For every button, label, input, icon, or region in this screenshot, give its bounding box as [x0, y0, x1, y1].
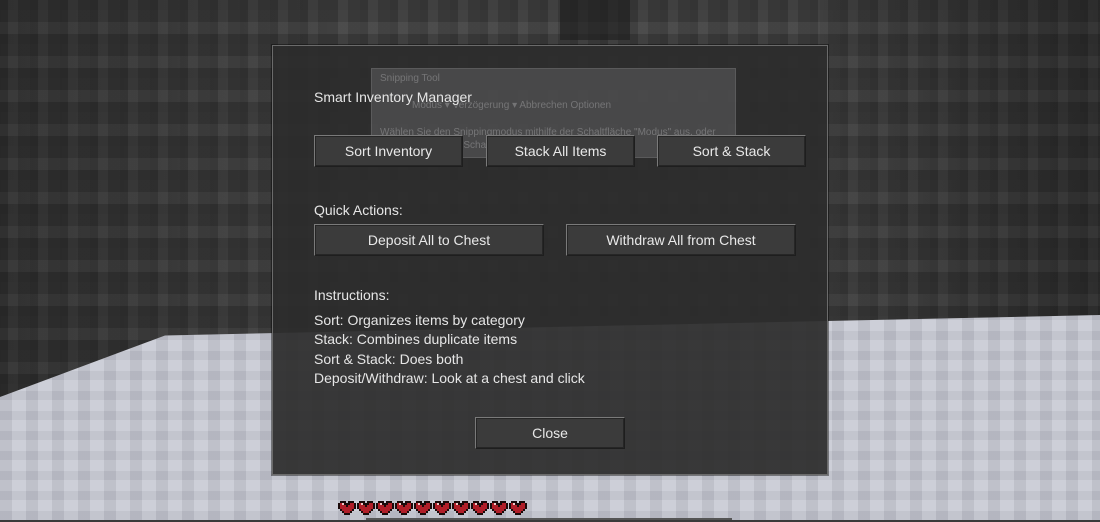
- withdraw-all-button[interactable]: Withdraw All from Chest: [566, 224, 796, 256]
- health-bar: [338, 499, 527, 517]
- heart-icon: [395, 499, 413, 517]
- heart-icon: [376, 499, 394, 517]
- instruction-line: Sort: Organizes items by category: [314, 312, 525, 328]
- ghost-title: Snipping Tool: [380, 73, 440, 84]
- inventory-manager-dialog: Snipping Tool Modus ▾ Verzögerung ▾ Abbr…: [272, 45, 828, 475]
- heart-icon: [338, 499, 356, 517]
- heart-icon: [357, 499, 375, 517]
- heart-icon: [490, 499, 508, 517]
- heart-icon: [452, 499, 470, 517]
- sort-and-stack-button[interactable]: Sort & Stack: [657, 135, 806, 167]
- close-button[interactable]: Close: [475, 417, 625, 449]
- deposit-all-button[interactable]: Deposit All to Chest: [314, 224, 544, 256]
- ceiling-opening: [560, 0, 630, 40]
- stack-all-items-button[interactable]: Stack All Items: [486, 135, 635, 167]
- heart-icon: [471, 499, 489, 517]
- dialog-title: Smart Inventory Manager: [314, 89, 472, 105]
- heart-icon: [414, 499, 432, 517]
- instruction-line: Sort & Stack: Does both: [314, 351, 464, 367]
- heart-icon: [509, 499, 527, 517]
- instructions-label: Instructions:: [314, 287, 390, 303]
- instruction-line: Stack: Combines duplicate items: [314, 331, 518, 347]
- quick-actions-label: Quick Actions:: [314, 202, 403, 218]
- sort-inventory-button[interactable]: Sort Inventory: [314, 135, 463, 167]
- instruction-line: Deposit/Withdraw: Look at a chest and cl…: [314, 370, 585, 386]
- heart-icon: [433, 499, 451, 517]
